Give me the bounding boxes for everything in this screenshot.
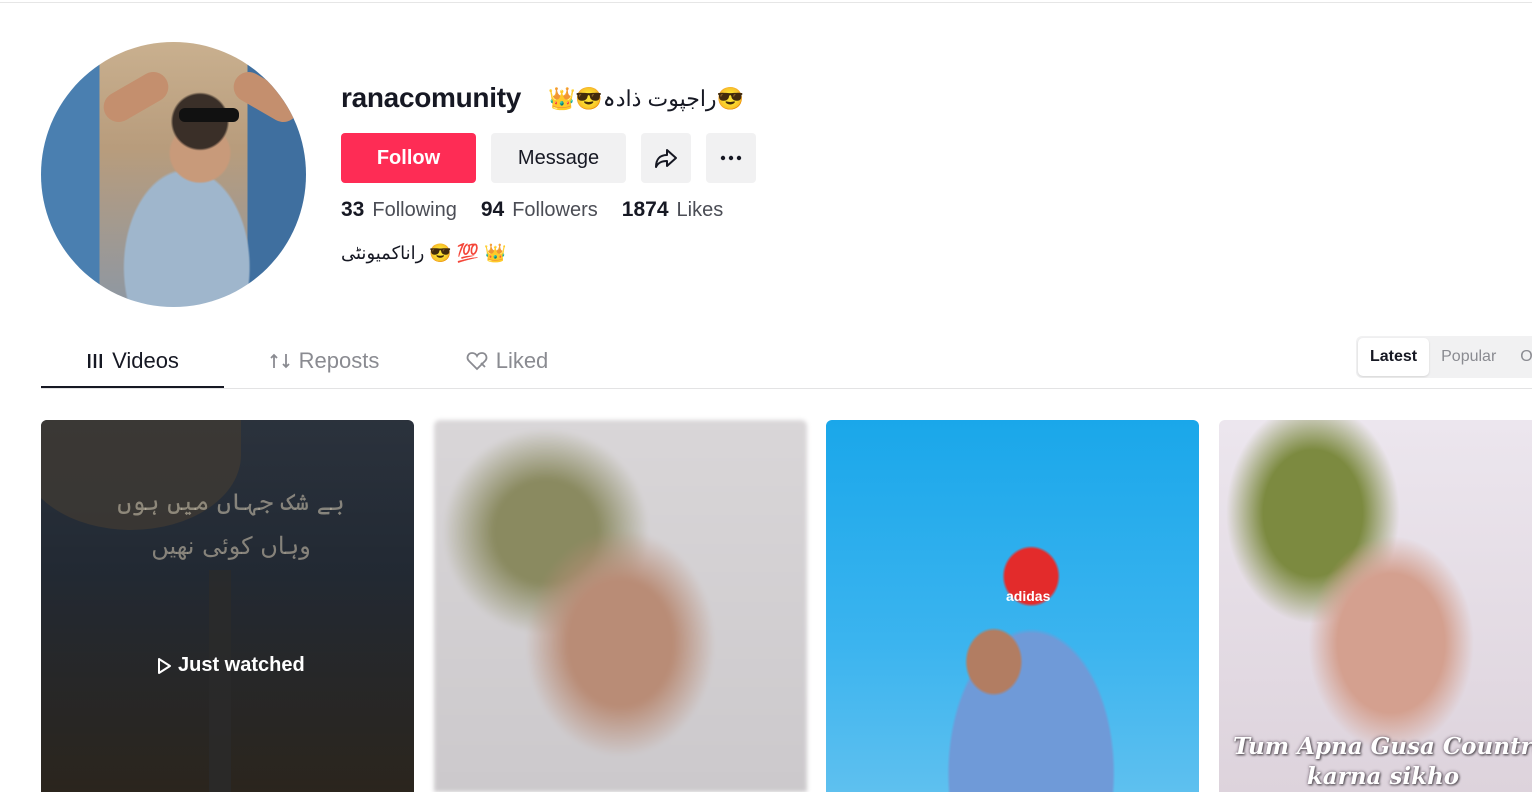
video-card[interactable]: adidas <box>826 420 1199 792</box>
profile-stats: 33 Following 94 Followers 1874 Likes <box>341 198 747 222</box>
username: ranacomunity <box>341 82 521 113</box>
following-count: 33 <box>341 198 365 221</box>
nickname: 👑😎راجپوت ذادہ😎 <box>548 86 744 111</box>
share-button[interactable] <box>641 133 691 183</box>
bio: راناکمیونٹی 😎 💯 👑 <box>341 243 507 263</box>
video-caption-line: Tum Apna Gusa Countrol <box>1233 733 1532 760</box>
followers-count: 94 <box>480 198 505 221</box>
tab-liked[interactable]: Liked <box>424 336 590 386</box>
video-card[interactable]: بے شک جہاں میں ہوں وہاں کوئی نھیں Just w… <box>41 420 414 792</box>
video-card[interactable] <box>434 420 807 792</box>
tabs-divider <box>41 388 1532 389</box>
stat-following[interactable]: 33 Following <box>341 198 457 222</box>
tab-videos-label: Videos <box>112 348 179 373</box>
tab-videos[interactable]: Videos <box>41 336 224 388</box>
just-watched-label: Just watched <box>178 654 305 676</box>
more-options-button[interactable] <box>706 133 756 183</box>
likes-count: 1874 <box>621 198 669 221</box>
top-divider <box>0 2 1532 3</box>
sort-segmented-control: Latest Popular Oldest <box>1356 336 1532 378</box>
play-icon <box>156 657 172 675</box>
video-caption-line: karna sikho <box>1306 763 1460 790</box>
likes-label: Likes <box>676 199 724 221</box>
tab-reposts[interactable]: Reposts <box>224 336 424 386</box>
follow-button[interactable]: Follow <box>341 133 476 183</box>
video-caption: بے شک جہاں میں ہوں وہاں کوئی نھیں <box>101 480 361 568</box>
video-thumbnail-minaret <box>209 570 231 792</box>
grid-bars-icon <box>86 352 104 370</box>
heart-icon <box>466 351 488 371</box>
avatar-glasses <box>179 108 239 122</box>
sort-latest[interactable]: Latest <box>1358 338 1430 376</box>
video-card[interactable]: Tum Apna Gusa Countrol karna sikho <box>1219 420 1532 792</box>
sort-oldest[interactable]: Oldest <box>1508 338 1532 376</box>
tab-liked-label: Liked <box>495 348 549 373</box>
video-caption-line: وہاں کوئی نھیں <box>151 532 311 560</box>
followers-label: Followers <box>512 199 598 221</box>
stat-followers[interactable]: 94 Followers <box>481 198 598 222</box>
share-icon <box>655 149 677 168</box>
avatar-arm-left <box>98 66 174 128</box>
video-thumbnail-logo: adidas <box>1006 588 1051 604</box>
tab-reposts-label: Reposts <box>298 348 380 373</box>
repost-icon <box>269 351 291 371</box>
following-label: Following <box>372 199 457 221</box>
video-caption-line: بے شک جہاں میں ہوں <box>117 488 345 516</box>
message-button[interactable]: Message <box>491 133 626 183</box>
avatar[interactable] <box>41 42 306 307</box>
ellipsis-icon <box>720 155 742 161</box>
sort-popular[interactable]: Popular <box>1429 338 1508 376</box>
just-watched-badge: Just watched <box>156 654 305 677</box>
avatar-arm-right <box>228 66 304 128</box>
stat-likes: 1874 Likes <box>622 198 723 222</box>
video-caption: Tum Apna Gusa Countrol karna sikho <box>1233 732 1532 792</box>
profile-tabs: Videos Reposts Liked <box>41 336 590 388</box>
